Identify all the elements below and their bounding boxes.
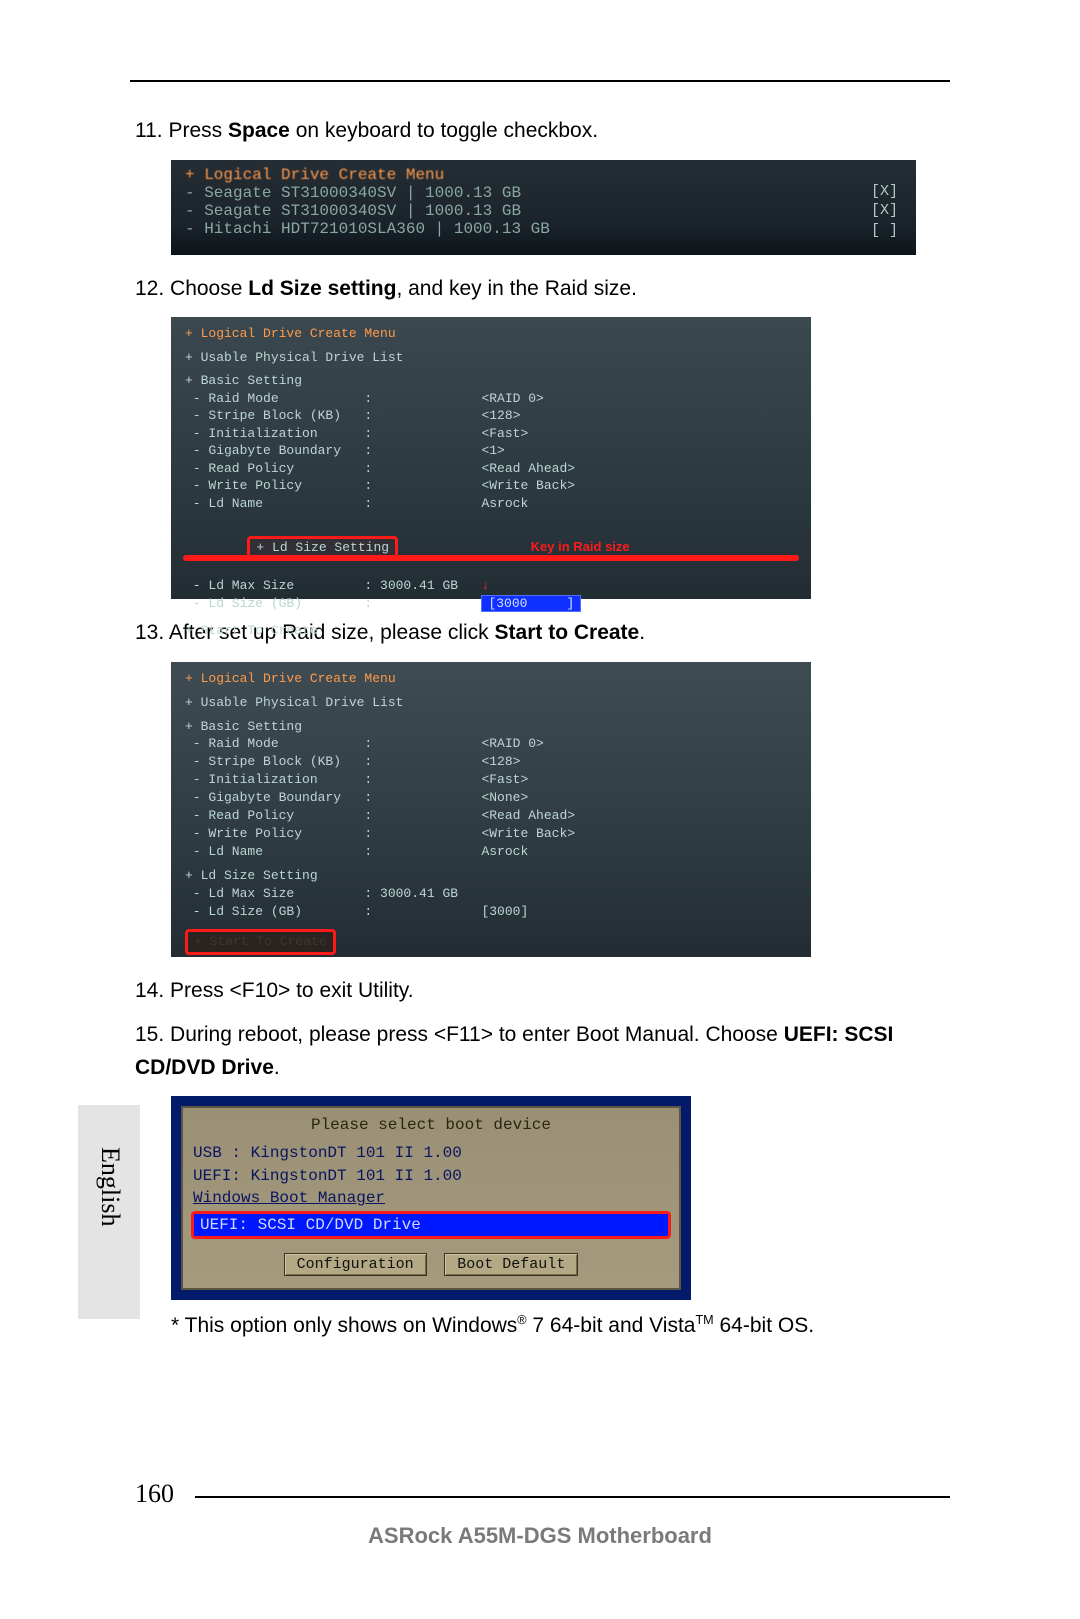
s3-l11: - Ld Max Size : 3000.41 GB	[185, 885, 797, 903]
s1-row-1: - Seagate ST31000340SV | 1000.13 GB	[185, 184, 902, 202]
step-12-text-c: , and key in the Raid size.	[396, 277, 636, 300]
s3-l1: + Usable Physical Drive List	[185, 694, 797, 712]
manual-page: 11. Press Space on keyboard to toggle ch…	[0, 0, 1080, 1619]
boot-default-button: Boot Default	[444, 1253, 578, 1276]
s2-l1: + Usable Physical Drive List	[185, 349, 797, 367]
page-number: 160	[135, 1479, 174, 1509]
ld-size-input-field: [3000 ]	[481, 595, 581, 612]
s3-l10: + Ld Size Setting	[185, 867, 797, 885]
s1-row-2: - Seagate ST31000340SV | 1000.13 GB	[185, 202, 902, 220]
step-15-text-c: .	[274, 1056, 280, 1079]
s3-l9: - Ld Name : Asrock	[185, 843, 797, 861]
step-11-num: 11.	[135, 119, 168, 142]
language-tab: English	[95, 1147, 125, 1226]
s3-l12: - Ld Size (GB) : [3000]	[185, 903, 797, 921]
top-rule	[130, 80, 950, 82]
key-in-raid-size-label: Key in Raid size	[531, 539, 630, 554]
s3-l7: - Read Policy : <Read Ahead>	[185, 807, 797, 825]
s3-l0: + Logical Drive Create Menu	[185, 670, 797, 688]
s3-l4: - Stripe Block (KB) : <128>	[185, 753, 797, 771]
screenshot-boot-device: Please select boot device USB : Kingston…	[181, 1106, 681, 1290]
footnote: * This option only shows on Windows® 7 6…	[171, 1310, 945, 1343]
note-b: 7 64-bit and Vista	[527, 1314, 696, 1337]
screenshot-start-to-create: + Logical Drive Create Menu + Usable Phy…	[171, 662, 811, 957]
step-15-num: 15.	[135, 1023, 170, 1046]
s2-l8: - Write Policy : <Write Back>	[185, 477, 797, 495]
s3-start-row: + Start To Create	[185, 929, 797, 955]
screenshot-boot-device-wrap: Please select boot device USB : Kingston…	[171, 1096, 691, 1300]
s3-l2: + Basic Setting	[185, 718, 797, 736]
s2-ld-setting-row: + Ld Size Setting Key in Raid size	[185, 519, 797, 578]
arrow-down-icon: ↓	[481, 578, 489, 593]
step-12: 12. Choose Ld Size setting, and key in t…	[135, 273, 945, 306]
step-12-bold: Ld Size setting	[248, 277, 396, 300]
step-11-text-c: on keyboard to toggle checkbox.	[290, 119, 598, 142]
s2-l6: - Gigabyte Boundary : <1>	[185, 442, 797, 460]
step-14-num: 14.	[135, 979, 170, 1002]
step-12-text-a: Choose	[170, 277, 248, 300]
step-12-num: 12.	[135, 277, 170, 300]
configuration-button: Configuration	[284, 1253, 427, 1276]
s2-l7: - Read Policy : <Read Ahead>	[185, 460, 797, 478]
boot-option-selected: UEFI: SCSI CD/DVD Drive	[191, 1211, 671, 1239]
step-15-text-a: During reboot, please press <F11> to ent…	[170, 1023, 784, 1046]
s3-l8: - Write Policy : <Write Back>	[185, 825, 797, 843]
registered-icon: ®	[517, 1313, 526, 1327]
boot-buttons: Configuration Boot Default	[193, 1253, 669, 1276]
s2-l9: - Ld Name : Asrock	[185, 495, 797, 513]
s1-check-1: [X]	[871, 182, 898, 202]
start-to-create-highlight: + Start To Create	[185, 929, 336, 955]
s2-l5: - Initialization : <Fast>	[185, 425, 797, 443]
screenshot-ld-size-setting: + Logical Drive Create Menu + Usable Phy…	[171, 317, 811, 599]
boot-dialog-title: Please select boot device	[193, 1116, 669, 1134]
s2-l11-row: - Ld Size (GB) : [3000 ]	[185, 595, 797, 613]
s1-check-3: [ ]	[871, 221, 898, 241]
trademark-icon: TM	[695, 1313, 713, 1327]
step-15: 15. During reboot, please press <F11> to…	[135, 1019, 945, 1084]
step-11-bold: Space	[228, 119, 290, 142]
s3-l3: - Raid Mode : <RAID 0>	[185, 735, 797, 753]
step-14-text: Press <F10> to exit Utility.	[170, 979, 414, 1002]
s2-l2: + Basic Setting	[185, 372, 797, 390]
s1-check-2: [X]	[871, 201, 898, 221]
s1-checkboxes: [X] [X] [ ]	[871, 182, 898, 241]
s2-l12: + Start To Create	[185, 622, 797, 640]
red-underline	[183, 555, 799, 561]
note-a: * This option only shows on Windows	[171, 1314, 517, 1337]
screenshot-drive-list: + Logical Drive Create Menu - Seagate ST…	[171, 160, 916, 255]
step-11-text-a: Press	[168, 119, 228, 142]
step-11: 11. Press Space on keyboard to toggle ch…	[135, 115, 945, 148]
s2-l10: - Ld Max Size : 3000.41 GB	[185, 578, 458, 593]
step-13-num: 13.	[135, 621, 169, 644]
step-14: 14. Press <F10> to exit Utility.	[135, 975, 945, 1008]
boot-option-3: Windows Boot Manager	[193, 1187, 669, 1209]
boot-option-2: UEFI: KingstonDT 101 II 1.00	[193, 1165, 669, 1187]
note-c: 64-bit OS.	[714, 1314, 814, 1337]
s2-l10-row: - Ld Max Size : 3000.41 GB ↓	[185, 577, 797, 595]
s2-l11-label: - Ld Size (GB) :	[185, 596, 481, 611]
s1-row-3: - Hitachi HDT721010SLA360 | 1000.13 GB	[185, 220, 902, 238]
s2-l3: - Raid Mode : <RAID 0>	[185, 390, 797, 408]
s2-l0: + Logical Drive Create Menu	[185, 325, 797, 343]
page-content: 11. Press Space on keyboard to toggle ch…	[135, 115, 945, 1355]
s1-title: + Logical Drive Create Menu	[185, 166, 902, 184]
footer-rule	[195, 1496, 950, 1498]
boot-option-1: USB : KingstonDT 101 II 1.00	[193, 1142, 669, 1164]
s2-l4: - Stripe Block (KB) : <128>	[185, 407, 797, 425]
footer-title: ASRock A55M-DGS Motherboard	[0, 1523, 1080, 1549]
s3-l5: - Initialization : <Fast>	[185, 771, 797, 789]
s3-l6: - Gigabyte Boundary : <None>	[185, 789, 797, 807]
